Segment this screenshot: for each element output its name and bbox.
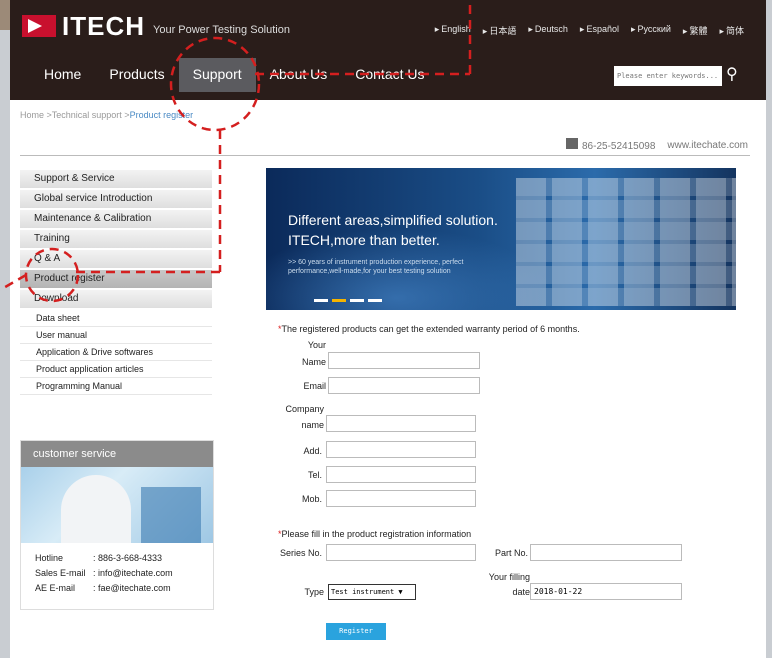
sidebar-item-product-register[interactable]: Product register (20, 270, 212, 289)
sidebar-sub-user-manual[interactable]: User manual (20, 327, 212, 344)
search-input[interactable] (614, 66, 722, 86)
company-label: Company (285, 404, 324, 414)
lang-german[interactable]: Deutsch (528, 24, 568, 37)
contact-line: 86-25-52415098 www.itechate.com (566, 138, 748, 152)
series-field[interactable] (326, 544, 476, 561)
mob-field[interactable] (326, 490, 476, 507)
cs-sales-email: Sales E-mail: info@itechate.com (35, 568, 173, 578)
type-select[interactable]: Test instrument ▼ (328, 584, 416, 600)
sidebar-item-qa[interactable]: Q & A (20, 250, 212, 269)
lang-traditional-chinese[interactable]: 繁體 (683, 24, 707, 37)
phone-icon (566, 138, 578, 149)
sidebar-sub-programming-manual[interactable]: Programming Manual (20, 378, 212, 395)
lang-english[interactable]: English (435, 24, 471, 37)
registration-note: *Please fill in the product registration… (278, 529, 472, 539)
tel-field[interactable] (326, 466, 476, 483)
mob-label: Mob. (301, 494, 322, 504)
company-name-label: name (301, 420, 324, 430)
logo[interactable]: ITECH Your Power Testing Solution (22, 8, 290, 44)
nav-products[interactable]: Products (95, 58, 178, 92)
logo-icon (22, 15, 56, 37)
series-label: Series No. (279, 548, 322, 558)
logo-text: ITECH (62, 10, 145, 41)
warranty-note: *The registered products can get the ext… (278, 324, 580, 334)
sidebar-sub-data-sheet[interactable]: Data sheet (20, 310, 212, 327)
email-field[interactable] (328, 377, 480, 394)
cs-hotline: Hotline: 886-3-668-4333 (35, 553, 163, 563)
your-label: Your (307, 340, 326, 350)
nav-home[interactable]: Home (30, 58, 95, 92)
banner-pager[interactable] (314, 299, 382, 302)
language-bar: English 日本語 Deutsch Español Русский 繁體 简… (435, 24, 744, 37)
sidebar-item-global-service[interactable]: Global service Introduction (20, 190, 212, 209)
part-field[interactable] (530, 544, 682, 561)
banner-copy: >> 60 years of instrument production exp… (288, 259, 464, 275)
filling-date-label: date (512, 587, 530, 597)
sidebar-item-maintenance[interactable]: Maintenance & Calibration (20, 210, 212, 229)
tagline: Your Power Testing Solution (153, 24, 290, 36)
sidebar-sub-drive-softwares[interactable]: Application & Drive softwares (20, 344, 212, 361)
lang-russian[interactable]: Русский (631, 24, 671, 37)
main-nav: Home Products Support About Us Contact U… (30, 58, 439, 92)
site-url[interactable]: www.itechate.com (667, 140, 748, 151)
register-button[interactable]: Register (326, 623, 386, 640)
customer-service-box: customer service Hotline: 886-3-668-4333… (20, 440, 214, 610)
company-field[interactable] (326, 415, 476, 432)
tel-label: Tel. (307, 470, 322, 480)
nav-contact-us[interactable]: Contact Us (341, 58, 438, 92)
webpage: ITECH Your Power Testing Solution Englis… (10, 0, 766, 658)
address-field[interactable] (326, 441, 476, 458)
sidebar-item-training[interactable]: Training (20, 230, 212, 249)
breadcrumb-path[interactable]: Home >Technical support > (20, 110, 130, 120)
nav-about-us[interactable]: About Us (256, 58, 342, 92)
sidebar-item-support-service[interactable]: Support & Service (20, 170, 212, 189)
divider (20, 155, 750, 156)
customer-service-image (21, 467, 213, 543)
lang-simplified-chinese[interactable]: 简体 (719, 24, 744, 37)
type-label: Type (304, 587, 324, 597)
promo-banner[interactable]: Different areas,simplified solution. ITE… (266, 168, 736, 310)
name-label: Name (301, 357, 326, 367)
phone-number: 86-25-52415098 (582, 141, 656, 152)
breadcrumb-current[interactable]: Product register (130, 110, 194, 120)
filling-label: Your filling (488, 572, 530, 582)
banner-subheadline: ITECH,more than better. (288, 232, 440, 248)
customer-service-title: customer service (21, 441, 213, 467)
sidebar: Support & Service Global service Introdu… (20, 170, 212, 395)
cs-ae-email: AE E-mail: fae@itechate.com (35, 583, 171, 593)
part-label: Part No. (494, 548, 528, 558)
sidebar-sub-application-articles[interactable]: Product application articles (20, 361, 212, 378)
lang-spanish[interactable]: Español (580, 24, 619, 37)
lang-japanese[interactable]: 日本語 (483, 24, 516, 37)
search-icon[interactable]: ⚲ (726, 64, 738, 84)
breadcrumb: Home >Technical support >Product registe… (20, 110, 193, 120)
site-header: ITECH Your Power Testing Solution Englis… (10, 0, 766, 100)
banner-headline: Different areas,simplified solution. (288, 212, 498, 228)
email-label: Email (303, 381, 326, 391)
name-field[interactable] (328, 352, 480, 369)
sidebar-item-download[interactable]: Download (20, 290, 212, 309)
nav-support[interactable]: Support (178, 58, 256, 92)
address-label: Add. (303, 446, 322, 456)
date-field[interactable] (530, 583, 682, 600)
